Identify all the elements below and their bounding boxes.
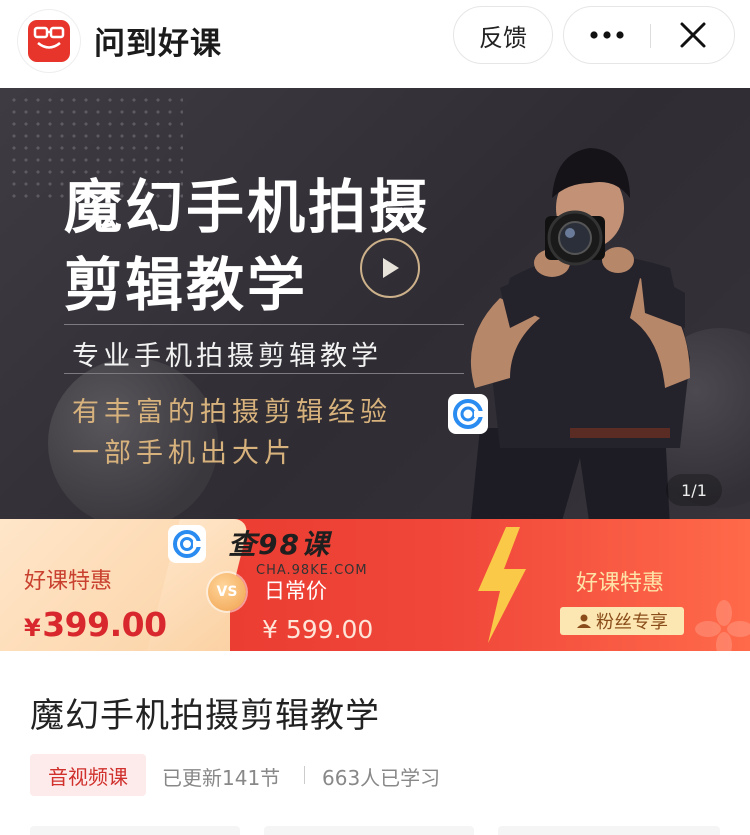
more-button[interactable]	[564, 7, 650, 63]
c-logo-icon	[453, 399, 484, 429]
top-bar: 问到好课 反馈	[0, 0, 750, 86]
lightning-icon	[478, 527, 526, 643]
banner-title-line2: 剪辑教学	[64, 251, 309, 319]
fans-exclusive-badge: 粉丝专享	[560, 607, 684, 635]
c-logo-icon	[173, 530, 203, 558]
logo-icon	[28, 20, 70, 62]
next-section-edge	[0, 826, 750, 835]
close-icon	[680, 22, 706, 48]
fans-exclusive-label: 粉丝专享	[596, 612, 668, 633]
lesson-count: 已更新141节	[162, 766, 281, 790]
special-price: ¥399.00	[24, 605, 167, 644]
daily-price-label: 日常价	[264, 579, 327, 603]
watermark-logo	[168, 525, 206, 563]
banner-title-line1: 魔幻手机拍摄	[64, 173, 431, 241]
price-band: 查98课 CHA.98KE.COM 好课特惠 ¥399.00 VS 日常价 ¥ …	[0, 519, 750, 651]
card-edge	[30, 826, 240, 835]
special-title-right: 好课特惠	[576, 571, 665, 596]
course-type-tag: 音视频课	[30, 754, 146, 796]
course-title: 魔幻手机拍摄剪辑教学	[30, 696, 380, 736]
card-edge	[498, 826, 720, 835]
divider-line	[64, 324, 464, 325]
user-icon	[577, 614, 591, 628]
brand-badge	[448, 394, 488, 434]
close-button[interactable]	[651, 7, 735, 63]
daily-price: ¥ 599.00	[262, 615, 374, 644]
banner-highlight-1: 有丰富的拍摄剪辑经验	[72, 397, 392, 428]
banner-subtitle: 专业手机拍摄剪辑教学	[72, 341, 382, 372]
special-label: 好课特惠	[24, 569, 113, 594]
photographer-image	[470, 148, 690, 528]
app-title: 问到好课	[94, 26, 222, 62]
watermark-text: 查98课	[228, 528, 331, 561]
mini-program-capsule	[563, 6, 735, 64]
learner-count: 663人已学习	[322, 766, 441, 790]
special-price-value: 399.00	[42, 605, 167, 644]
play-button[interactable]	[360, 238, 420, 298]
banner-pager: 1/1	[666, 474, 722, 506]
card-edge	[264, 826, 474, 835]
meta-divider	[304, 766, 305, 784]
vs-badge: VS	[208, 573, 246, 611]
divider-line	[64, 373, 464, 374]
banner-highlight-2: 一部手机出大片	[72, 438, 296, 469]
course-banner[interactable]: 魔幻手机拍摄 剪辑教学 专业手机拍摄剪辑教学 有丰富的拍摄剪辑经验 一部手机出大…	[0, 88, 750, 528]
currency-symbol: ¥	[24, 614, 41, 642]
more-dots-icon	[590, 31, 624, 39]
app-logo[interactable]	[18, 10, 80, 72]
feedback-button[interactable]: 反馈	[453, 6, 553, 64]
flower-decor-icon	[695, 600, 750, 651]
play-icon	[383, 258, 399, 278]
